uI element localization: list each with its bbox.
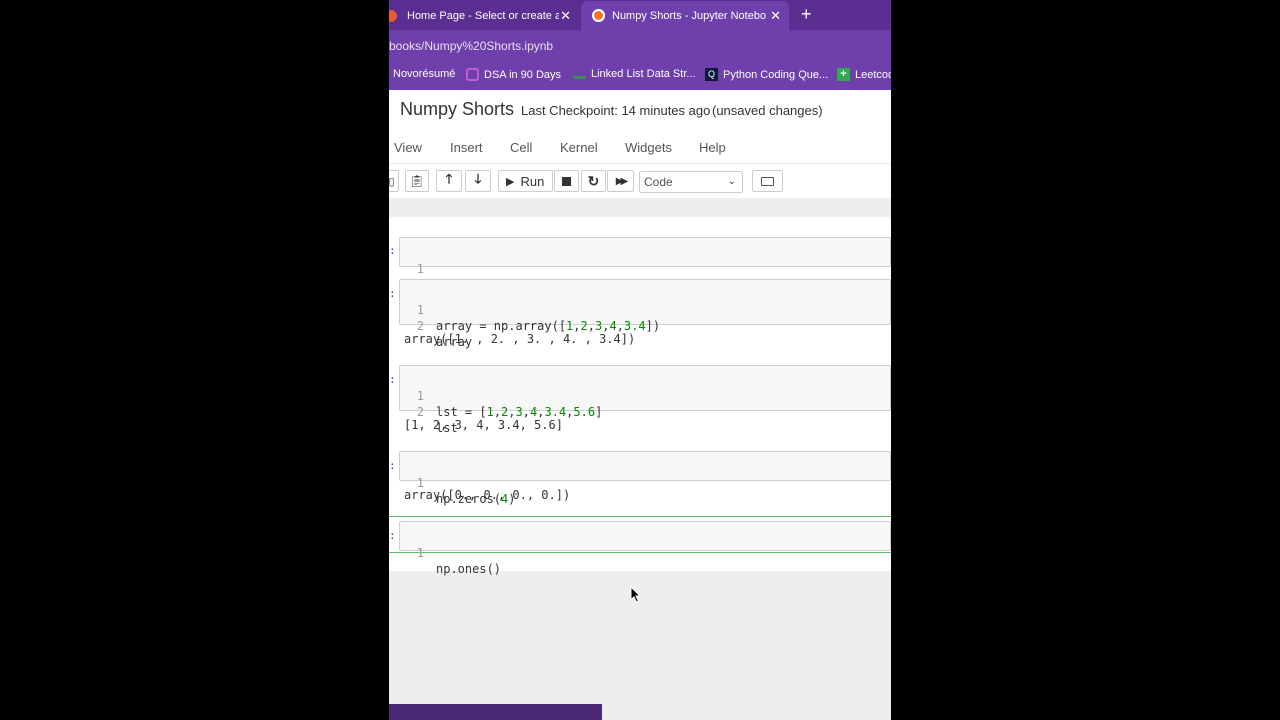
code-line: 1 np.ones() [400,529,890,576]
new-tab-icon[interactable]: + [801,4,812,25]
bookmark-label: Leetcod [855,68,891,81]
active-code-cell[interactable]: 1 np.ones() [399,521,891,576]
copy-icon: ▯ [389,175,395,188]
cell-output: [1, 2, 3, 4, 3.4, 5.6] [404,418,563,432]
close-tab-icon[interactable]: ✕ [560,8,571,24]
code-line: 1 lst = [1,2,3,4,3.4,5.6] [400,372,890,419]
command-palette-button[interactable] [752,170,783,192]
code-cell[interactable]: 1 array = np.array([1,2,3,4,3.4]) 2 arra… [399,279,891,349]
keyboard-icon [761,176,774,186]
bookmark-label: Novorésumé [393,68,456,80]
fast-forward-icon: ▶▶ [615,175,629,187]
menu-help[interactable]: Help [699,140,726,155]
close-tab-icon[interactable]: ✕ [770,8,781,24]
code-text[interactable]: np.ones() [436,561,501,577]
menu-view[interactable]: View [394,140,422,155]
paste-button[interactable]: 📋︎ [405,170,429,192]
tab-home-page[interactable]: Home Page - Select or create a n ✕ [389,1,579,30]
bookmark-novoresume[interactable]: Novorésumé [393,68,455,80]
arrow-down-icon: 🡓 [474,171,482,186]
line-number: 1 [416,262,424,276]
run-label: Run [520,173,545,189]
code-line: 1 array = np.array([1,2,3,4,3.4]) [400,286,890,333]
bookmark-python-coding[interactable]: Q Python Coding Que... [705,68,828,81]
checkpoint-status: Last Checkpoint: 14 minutes ago [521,103,711,118]
menu-bar: View Insert Cell Kernel Widgets Help [389,133,891,164]
menu-cell[interactable]: Cell [510,140,532,155]
taskbar-fragment [389,704,602,720]
bookmark-icon [573,75,586,79]
url-text: books/Numpy%20Shorts.ipynb [389,39,554,53]
code-cell[interactable]: 1 np.zeros(4) [399,451,891,506]
tab-bar: Home Page - Select or create a n ✕ Numpy… [389,0,891,30]
bookmark-dsa[interactable]: DSA in 90 Days [466,68,561,81]
cell-output: array([1. , 2. , 3. , 4. , 3.4]) [404,332,636,346]
menu-kernel[interactable]: Kernel [560,140,598,155]
cell-type-select[interactable]: Code ⌄ [639,171,743,193]
code-line: 1 np.zeros(4) [400,459,890,506]
code-cell[interactable]: 1 import numpy as np [399,237,891,292]
unsaved-status: (unsaved changes) [712,103,823,118]
jupyter-icon [592,9,605,22]
menu-insert[interactable]: Insert [450,140,483,155]
cell-prompt: : [389,287,396,300]
notebook-toolbar: ▯ 📋︎ 🡑 🡓 ▶ Run ↻ ▶▶ Code ⌄ [389,164,891,199]
bookmark-icon [466,68,479,81]
bookmark-label: DSA in 90 Days [484,68,562,81]
cell-prompt: : [389,459,396,472]
menu-widgets[interactable]: Widgets [625,140,672,155]
cell-prompt: : [389,244,396,257]
run-button[interactable]: ▶ Run [498,170,553,192]
plus-icon: + [837,68,850,81]
code-cell[interactable]: 1 lst = [1,2,3,4,3.4,5.6] 2 lst [399,365,891,435]
notebook-container: : 1 import numpy as np : 1 array = np.ar… [389,217,891,576]
interrupt-button[interactable] [554,170,579,192]
bookmarks-bar: Novorésumé DSA in 90 Days Linked List Da… [389,60,891,90]
browser-window: Home Page - Select or create a n ✕ Numpy… [389,0,891,720]
tab-title: Home Page - Select or create a n [407,9,559,22]
cell-type-value: Code [644,175,673,189]
arrow-up-icon: 🡑 [445,171,453,186]
address-bar[interactable]: books/Numpy%20Shorts.ipynb [389,30,891,60]
line-number: 1 [416,546,424,560]
cell-prompt: : [389,529,396,542]
code-line: 2 array [400,302,890,349]
notebook-title[interactable]: Numpy Shorts [400,99,514,120]
play-icon: ▶ [506,175,515,188]
paste-icon: 📋︎ [409,174,425,188]
copy-button[interactable]: ▯ [389,170,399,192]
move-down-button[interactable]: 🡓 [465,170,491,192]
run-all-button[interactable]: ▶▶ [607,170,634,192]
cell-prompt: : [389,373,396,386]
code-line: 2 lst [400,388,890,435]
jupyter-icon [389,9,397,22]
chevron-down-icon: ⌄ [727,176,736,187]
mouse-pointer-icon [630,586,642,603]
bookmark-leetcode[interactable]: + Leetcod [837,68,891,81]
code-line: 1 import numpy as np [400,245,890,292]
notebook-header: Numpy Shorts Last Checkpoint: 14 minutes… [389,90,891,134]
move-up-button[interactable]: 🡑 [436,170,462,192]
restart-icon: ↻ [587,172,600,189]
tab-numpy-shorts[interactable]: Numpy Shorts - Jupyter Noteboo ✕ [581,1,789,30]
q-icon: Q [705,68,718,81]
bookmark-label: Python Coding Que... [723,68,829,81]
stop-icon [562,176,571,186]
cell-output: array([0., 0., 0., 0.]) [404,488,571,502]
bookmark-linked-list[interactable]: Linked List Data Str... [573,68,696,80]
bookmark-label: Linked List Data Str... [591,68,696,80]
tab-title: Numpy Shorts - Jupyter Noteboo [612,9,766,22]
restart-button[interactable]: ↻ [581,170,606,192]
